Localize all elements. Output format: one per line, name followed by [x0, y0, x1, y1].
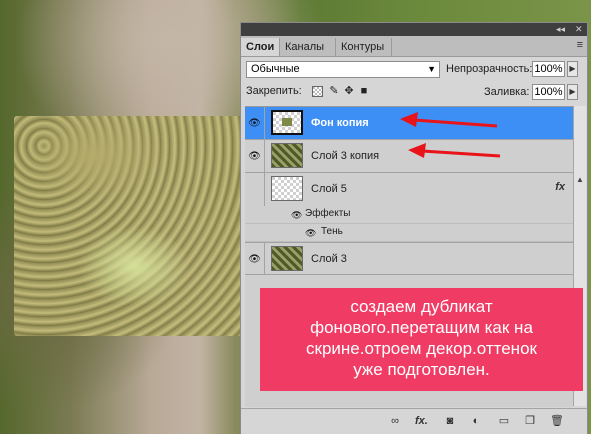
tab-channels[interactable]: Каналы	[280, 38, 336, 56]
layer-thumbnail	[271, 110, 303, 135]
canvas-artwork	[14, 116, 246, 336]
layer-thumbnail	[271, 143, 303, 168]
folder-icon[interactable]: ▭	[498, 415, 510, 427]
tab-paths[interactable]: Контуры	[336, 38, 392, 56]
layer-name: Слой 3 копия	[311, 150, 380, 162]
shadow-label: Тень	[321, 226, 343, 237]
layer-name: Слой 3	[311, 253, 347, 265]
callout-line: уже подготовлен.	[353, 360, 490, 379]
link-icon[interactable]: ∞	[389, 415, 401, 427]
eye-icon[interactable]	[245, 173, 265, 206]
instruction-callout: создаем дубликат фонового.перетащим как …	[260, 288, 583, 391]
shadow-effect-row[interactable]: 👁 Тень	[245, 224, 573, 242]
layer-name: Фон копия	[311, 117, 369, 129]
adjustment-icon[interactable]: ◐	[470, 415, 482, 427]
collapse-icon[interactable]: ◂◂	[556, 24, 565, 34]
layer-row-sloy3-kopiya[interactable]: 👁 Слой 3 копия	[245, 140, 573, 173]
fx-icon[interactable]: fx	[555, 181, 565, 193]
layer-row-sloy3[interactable]: 👁 Слой 3	[245, 242, 573, 275]
fill-input[interactable]: 100%	[532, 84, 565, 100]
lock-label: Закрепить:	[246, 85, 302, 97]
opacity-label: Непрозрачность:	[446, 63, 533, 75]
close-icon[interactable]: ✕	[575, 24, 583, 34]
layer-name: Слой 5	[311, 183, 347, 195]
opacity-input[interactable]: 100%	[532, 61, 565, 77]
tab-layers[interactable]: Слои	[241, 38, 280, 56]
fx-icon[interactable]: fx.	[415, 415, 428, 427]
lock-transparent-icon[interactable]	[312, 86, 323, 97]
effects-label: Эффекты	[305, 208, 351, 219]
opacity-slider-button[interactable]: ▶	[567, 61, 578, 77]
move-icon[interactable]: ✥	[343, 85, 355, 97]
fill-slider-button[interactable]: ▶	[567, 84, 578, 100]
brush-icon[interactable]: ✎	[328, 85, 340, 97]
eye-icon[interactable]: 👁	[291, 209, 302, 221]
eye-icon[interactable]: 👁	[245, 140, 265, 172]
eye-icon[interactable]: 👁	[245, 107, 265, 139]
new-layer-icon[interactable]: ❐	[524, 415, 536, 427]
eye-icon[interactable]: 👁	[245, 243, 265, 274]
eye-icon[interactable]: 👁	[305, 227, 316, 239]
callout-line: создаем дубликат	[350, 297, 493, 316]
layer-row-sloy5[interactable]: Слой 5 fx	[245, 173, 573, 206]
blend-mode-select[interactable]: Обычные ▼	[246, 61, 440, 78]
panel-menu-icon[interactable]: ≡	[577, 39, 583, 51]
fill-label: Заливка:	[484, 86, 530, 98]
layer-row-fon-kopiya[interactable]: 👁 Фон копия	[245, 107, 573, 140]
layer-thumbnail	[271, 176, 303, 201]
lock-icon[interactable]: ■	[358, 85, 370, 97]
callout-line: фонового.перетащим как на	[310, 318, 533, 337]
panel-title-bar: ◂◂ ✕	[241, 23, 587, 36]
trash-icon[interactable]: 🗑	[550, 415, 564, 427]
effects-row[interactable]: 👁 Эффекты	[245, 206, 573, 224]
panel-bottom-bar: ∞ fx. ◙ ◐ ▭ ❐ 🗑	[241, 408, 587, 434]
mask-icon[interactable]: ◙	[444, 415, 456, 427]
blend-mode-value: Обычные	[251, 63, 300, 75]
chevron-down-icon: ▼	[427, 64, 436, 74]
panel-tabs: Слои Каналы Контуры ≡	[241, 36, 587, 57]
callout-line: скрине.отроем декор.оттенок	[306, 339, 537, 358]
layer-thumbnail	[271, 246, 303, 271]
scroll-up-icon[interactable]: ▲	[576, 175, 584, 184]
